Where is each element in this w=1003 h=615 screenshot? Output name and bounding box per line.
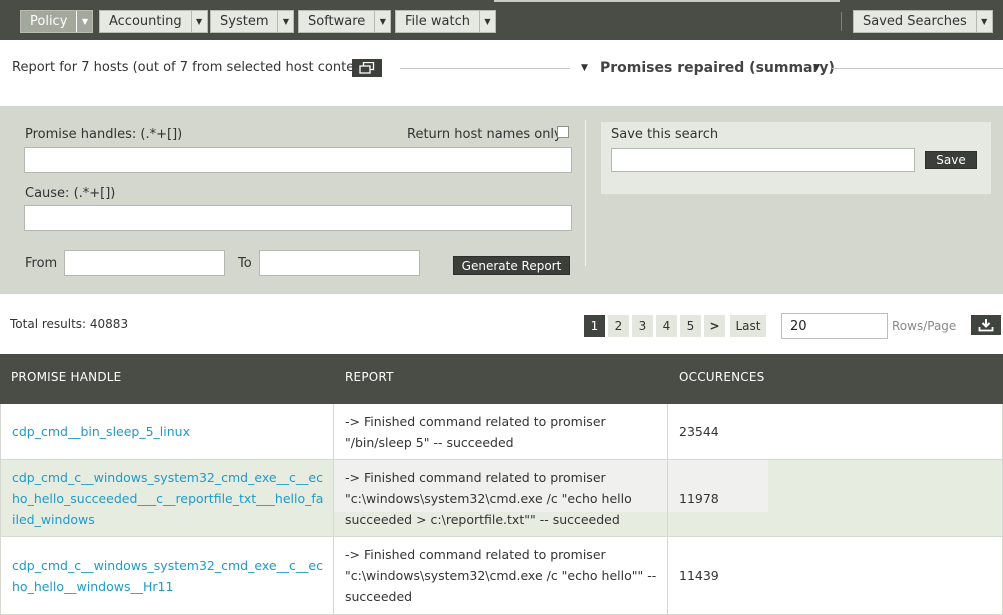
promise-handle-link[interactable]: cdp_cmd_c__windows_system32_cmd_exe__c__…: [0, 460, 334, 536]
report-host-info: Report for 7 hosts (out of 7 from select…: [12, 60, 372, 75]
popout-window-button[interactable]: [352, 59, 382, 77]
popout-window-icon: [359, 62, 375, 74]
rows-per-page-input[interactable]: 20: [781, 313, 888, 339]
save-search-button[interactable]: Save: [925, 151, 977, 169]
filter-panel: Promise handles: (.*+[]) Return host nam…: [0, 106, 1003, 294]
nav-software-menu[interactable]: Software ▼: [298, 10, 392, 33]
last-page-button[interactable]: Last: [730, 315, 766, 337]
report-cell: -> Finished command related to promiser …: [334, 460, 668, 536]
nav-accounting-label: Accounting: [109, 14, 182, 29]
table-row: cdp_cmd__bin_sleep_5_linux -> Finished c…: [0, 404, 1003, 460]
header-rule-left: [400, 68, 570, 69]
to-date-input[interactable]: [259, 250, 420, 276]
total-results: Total results: 40883: [10, 317, 129, 331]
return-host-names-label: Return host names only:: [407, 127, 566, 142]
chevron-down-icon[interactable]: ▼: [76, 11, 92, 32]
promise-handles-input[interactable]: [24, 147, 572, 173]
report-cell: -> Finished command related to promiser …: [334, 404, 668, 459]
column-header-promise-handle[interactable]: PROMISE HANDLE: [11, 370, 121, 384]
return-host-names-checkbox[interactable]: [557, 126, 569, 138]
nav-divider: [841, 12, 842, 31]
report-title[interactable]: Promises repaired (summary): [600, 60, 835, 76]
save-search-box: Save this search Save: [601, 122, 991, 194]
download-icon: [978, 319, 994, 332]
chevron-down-icon[interactable]: ▼: [478, 11, 495, 32]
chevron-down-icon[interactable]: ▼: [190, 11, 207, 32]
top-navigation-bar: Policy ▼ Accounting ▼ System ▼ Software …: [0, 0, 1003, 40]
chevron-down-icon[interactable]: ▼: [975, 11, 992, 32]
table-row: cdp_cmd_c__windows_system32_cmd_exe__c__…: [0, 537, 1003, 615]
save-search-label: Save this search: [611, 127, 719, 142]
nav-file-watch-menu[interactable]: File watch ▼: [395, 10, 496, 33]
header-rule-right: [832, 68, 1003, 69]
column-header-report[interactable]: REPORT: [345, 370, 394, 384]
table-header: PROMISE HANDLE REPORT OCCURENCES: [0, 354, 1003, 404]
next-page-button[interactable]: >: [704, 315, 725, 337]
column-header-occurences[interactable]: OCCURENCES: [679, 370, 764, 384]
report-header: Report for 7 hosts (out of 7 from select…: [0, 40, 1003, 106]
promise-handle-link[interactable]: cdp_cmd__bin_sleep_5_linux: [0, 404, 334, 459]
nav-software-label: Software: [308, 14, 366, 29]
rows-per-page-label: Rows/Page: [892, 319, 957, 333]
report-selector-chevron-down-icon[interactable]: ▼: [813, 63, 820, 73]
page-3-button[interactable]: 3: [632, 315, 653, 337]
occurrences-cell: 11978: [668, 460, 1003, 536]
chevron-down-icon[interactable]: ▼: [374, 11, 390, 32]
promise-handle-link[interactable]: cdp_cmd_c__windows_system32_cmd_exe__c__…: [0, 537, 334, 614]
nav-top-strip: [494, 0, 840, 2]
filter-divider: [585, 120, 586, 266]
page-1-button[interactable]: 1: [584, 315, 605, 337]
cause-input[interactable]: [24, 205, 572, 231]
save-search-input[interactable]: [611, 148, 915, 172]
nav-system-label: System: [220, 14, 269, 29]
cause-label: Cause: (.*+[]): [25, 186, 116, 201]
table-row: cdp_cmd_c__windows_system32_cmd_exe__c__…: [0, 460, 1003, 537]
occurrences-cell: 11439: [668, 537, 1003, 614]
nav-accounting-menu[interactable]: Accounting ▼: [99, 10, 208, 33]
saved-searches-menu[interactable]: Saved Searches ▼: [853, 10, 993, 33]
from-date-input[interactable]: [64, 250, 225, 276]
generate-report-button[interactable]: Generate Report: [453, 256, 570, 275]
occurrences-cell: 23544: [668, 404, 1003, 459]
page-4-button[interactable]: 4: [656, 315, 677, 337]
saved-searches-label: Saved Searches: [863, 14, 967, 29]
promise-handles-label: Promise handles: (.*+[]): [25, 127, 183, 142]
chevron-down-icon[interactable]: ▼: [277, 11, 293, 32]
page-5-button[interactable]: 5: [680, 315, 701, 337]
download-button[interactable]: [971, 315, 1001, 335]
to-label: To: [238, 256, 252, 271]
nav-file-watch-label: File watch: [405, 14, 470, 29]
report-selector-left-arrow-icon[interactable]: ▼: [581, 63, 588, 73]
from-label: From: [25, 256, 58, 271]
nav-policy-label: Policy: [30, 14, 68, 29]
nav-system-menu[interactable]: System ▼: [210, 10, 295, 33]
page-2-button[interactable]: 2: [608, 315, 629, 337]
report-cell: -> Finished command related to promiser …: [334, 537, 668, 614]
nav-policy-menu[interactable]: Policy ▼: [20, 10, 94, 33]
